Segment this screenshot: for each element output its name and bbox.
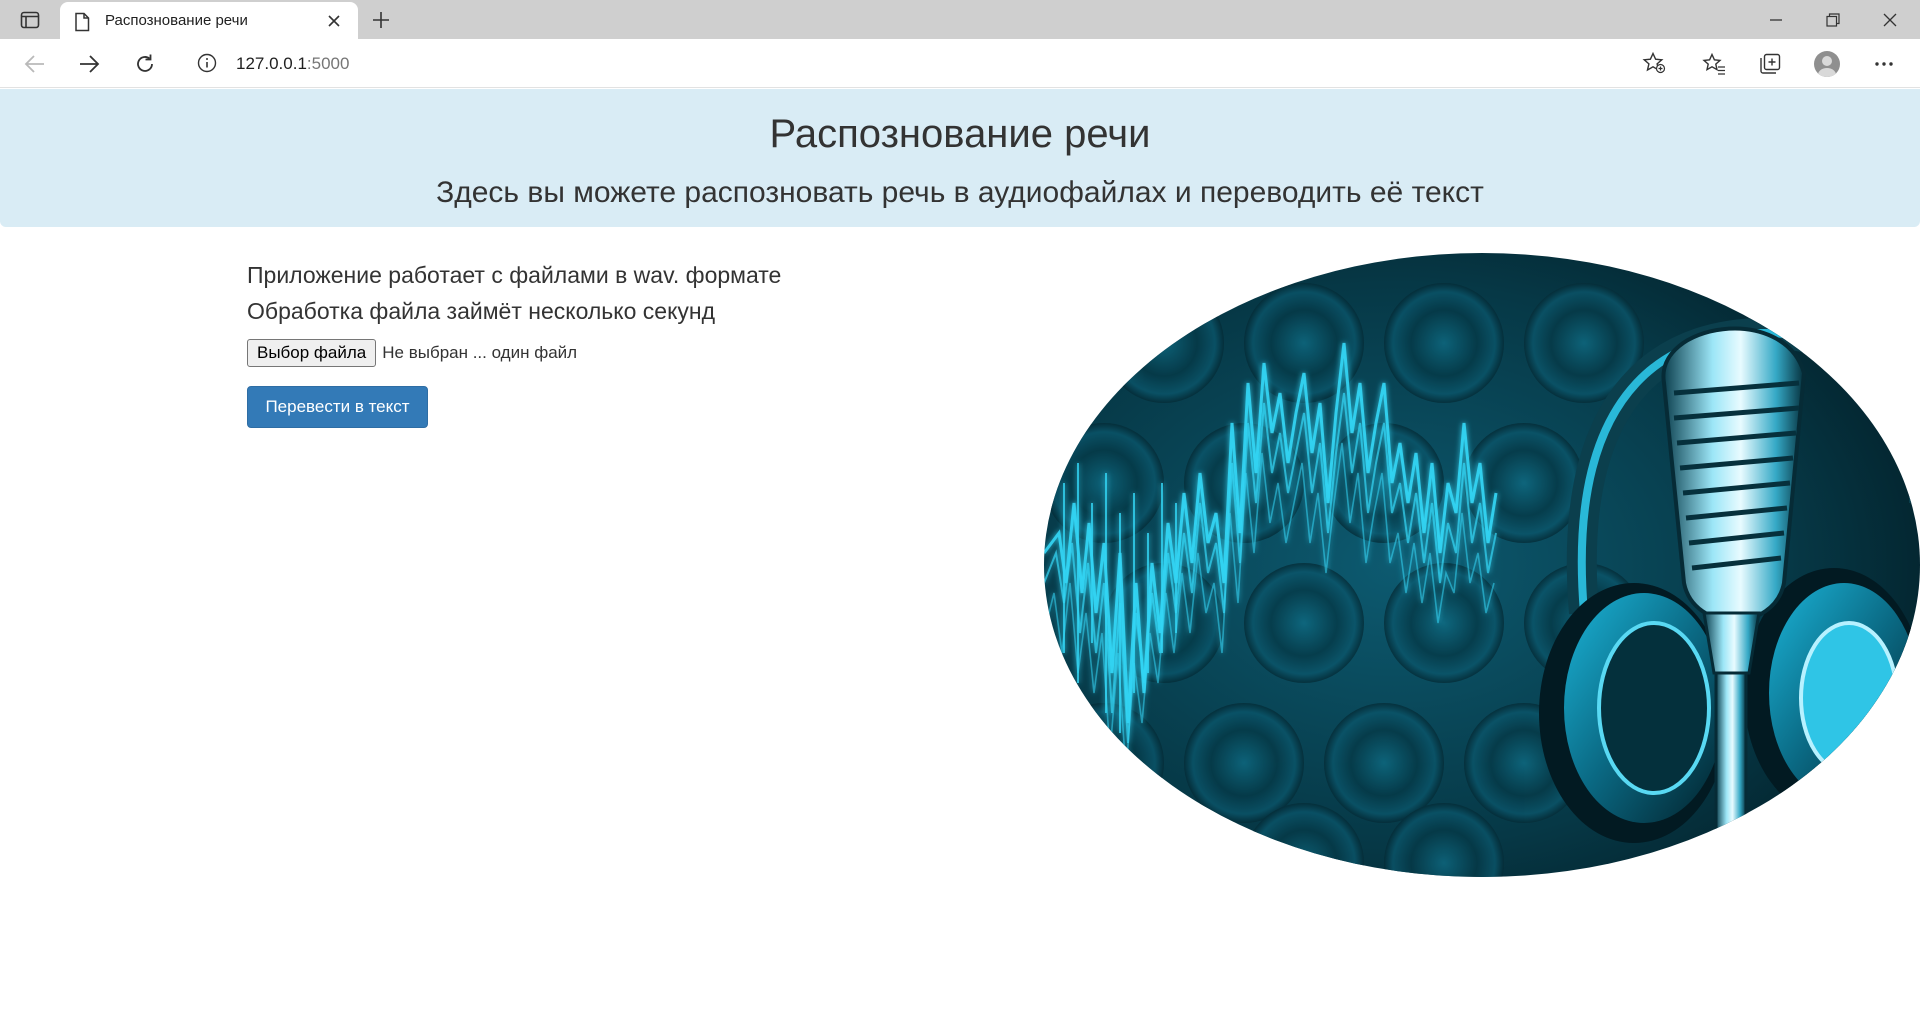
- star-add-icon[interactable]: [1642, 52, 1666, 74]
- browser-tab[interactable]: Распознование речи: [60, 2, 358, 39]
- page-title: Распознование речи: [769, 112, 1151, 156]
- window-close-icon[interactable]: [1862, 0, 1918, 39]
- collections-icon[interactable]: [1753, 47, 1787, 81]
- plus-icon[interactable]: [368, 8, 394, 32]
- restore-icon[interactable]: [1805, 0, 1861, 39]
- back-arrow-icon[interactable]: [18, 47, 52, 81]
- tab-title: Распознование речи: [105, 12, 248, 29]
- browser-tab-bar: Распознование речи: [0, 0, 1920, 39]
- url-text[interactable]: 127.0.0.1:5000: [236, 54, 349, 74]
- close-icon[interactable]: [324, 11, 344, 31]
- url-port: :5000: [306, 54, 350, 73]
- info-text-duration: Обработка файла займёт несколько секунд: [247, 298, 716, 324]
- info-icon[interactable]: [196, 52, 218, 74]
- page-content: Распознование речи Здесь вы можете распо…: [0, 89, 1920, 1030]
- choose-file-button[interactable]: Выбор файла: [247, 339, 377, 367]
- file-input[interactable]: Выбор файла Не выбран ... один файл: [247, 339, 577, 367]
- favorites-icon[interactable]: [1697, 47, 1731, 81]
- page-subtitle: Здесь вы можете распозновать речь в ауди…: [436, 176, 1484, 209]
- microphone-sound-wave-image: [1044, 253, 1920, 877]
- address-bar[interactable]: 127.0.0.1:5000: [180, 45, 1680, 81]
- avatar: [1814, 51, 1840, 77]
- tab-actions-icon[interactable]: [12, 7, 48, 33]
- jumbotron-header: Распознование речи Здесь вы можете распо…: [0, 89, 1920, 227]
- forward-arrow-icon[interactable]: [72, 47, 106, 81]
- page-icon: [74, 12, 90, 37]
- translate-button[interactable]: Перевести в текст: [247, 386, 428, 428]
- info-text-format: Приложение работает с файлами в wav. фор…: [247, 262, 782, 288]
- url-host: 127.0.0.1: [236, 54, 307, 73]
- browser-toolbar: 127.0.0.1:5000: [0, 39, 1920, 88]
- minimize-icon[interactable]: [1748, 0, 1804, 39]
- more-icon[interactable]: [1867, 47, 1901, 81]
- file-status-label: Не выбран ... один файл: [382, 343, 578, 362]
- profile-icon[interactable]: [1810, 47, 1844, 81]
- refresh-icon[interactable]: [128, 47, 162, 81]
